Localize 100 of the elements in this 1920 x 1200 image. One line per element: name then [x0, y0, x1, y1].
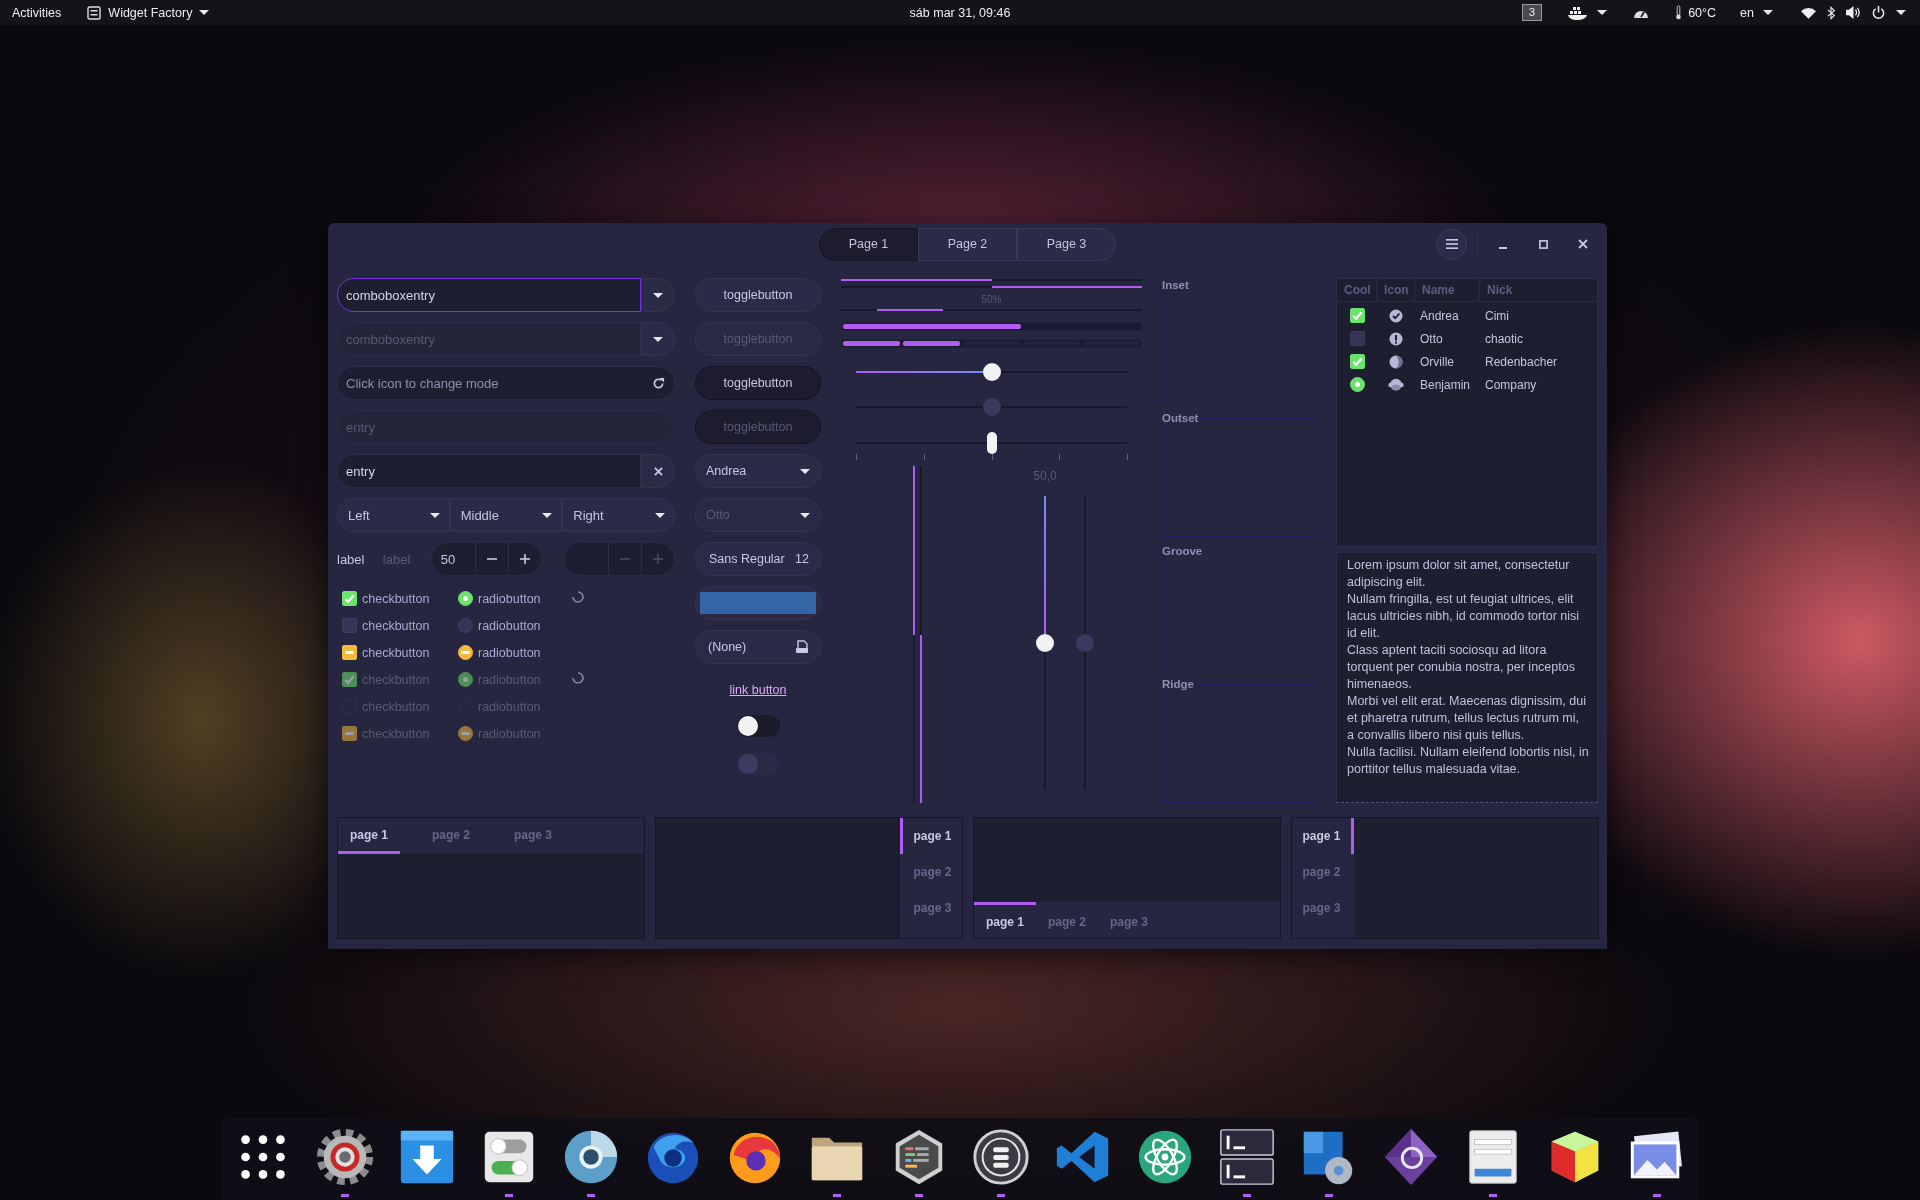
page-tab[interactable]: Page 1	[819, 227, 918, 261]
notebook-tab[interactable]: page 1	[900, 818, 962, 854]
color-button[interactable]	[695, 586, 821, 620]
plus-icon	[520, 554, 531, 564]
table-cell-text: Cimi	[1484, 308, 1510, 323]
caret-icon	[429, 512, 440, 518]
volume-icon	[1846, 6, 1861, 19]
menu-button[interactable]	[1436, 228, 1467, 260]
moon-icon	[1389, 354, 1403, 369]
power-icon	[1872, 6, 1885, 19]
label: label	[337, 551, 366, 567]
notebook-tab[interactable]: page 1	[1292, 818, 1354, 854]
ship-menu-button[interactable]	[1568, 5, 1608, 20]
app-menu-button[interactable]: Widget Factory	[87, 5, 210, 20]
close-icon	[1578, 239, 1588, 249]
label: label	[382, 551, 412, 567]
slider[interactable]	[856, 361, 1127, 383]
clock[interactable]: sáb mar 31, 09:46	[909, 5, 1011, 20]
caret-icon	[1763, 10, 1773, 15]
combo-box[interactable]: Andrea	[695, 454, 821, 488]
dropdown-button[interactable]	[641, 278, 675, 312]
table-cell-text: Andrea	[1419, 308, 1460, 323]
paragraph: Nullam fringilla, est ut feugiat ultrices, elit lacus ultricies nibh, id commodo tortor nisi id elit.	[1347, 591, 1581, 642]
table-cell-text: Benjamin	[1419, 377, 1472, 392]
workspace-indicator[interactable]: 3	[1521, 4, 1543, 21]
spin-value: 50	[440, 551, 456, 567]
checkbox[interactable]	[342, 618, 357, 633]
head-icon	[1388, 377, 1404, 392]
check-button[interactable]: checkbutton	[342, 645, 458, 660]
notebook-tab[interactable]: page 1	[974, 902, 1036, 938]
caret-icon	[653, 336, 663, 342]
link[interactable]: link button	[729, 683, 787, 697]
switch[interactable]	[736, 715, 780, 737]
radio-indicator[interactable]	[458, 618, 473, 633]
caret-icon	[800, 512, 810, 518]
page-tab[interactable]: Page 3	[1017, 227, 1116, 261]
wifi-icon	[1801, 6, 1816, 19]
paragraph: Class aptent taciti sociosqu ad litora torquent per conubia nostra, per inceptos himenaeos.	[1347, 642, 1576, 693]
keyboard-layout-button[interactable]: en	[1740, 5, 1773, 20]
spin-button[interactable]: 50	[430, 542, 543, 576]
slider[interactable]	[1075, 496, 1095, 790]
slider[interactable]	[856, 432, 1127, 460]
caret-icon	[1896, 10, 1906, 15]
ship-icon	[1568, 5, 1589, 20]
temperature-indicator[interactable]: 60°C	[1675, 5, 1717, 20]
combo-box[interactable]: Middle	[449, 498, 563, 532]
clear-icon	[653, 466, 663, 476]
refresh-icon[interactable]	[652, 376, 665, 390]
font-button[interactable]: Sans Regular 12	[695, 542, 821, 576]
menu-icon	[1445, 239, 1458, 249]
radio-button[interactable]: radiobutton	[458, 645, 572, 660]
paragraph: Morbi vel elit erat. Maecenas dignissim, dui et pharetra rutrum, tellus lectus rutrum mi, a convallis libero nisi quis tellus.	[1347, 693, 1587, 744]
entry-field[interactable]: entry	[337, 454, 641, 488]
caret-icon	[655, 512, 665, 518]
maximize-icon	[1538, 239, 1548, 249]
radio-button[interactable]: radiobutton	[458, 591, 572, 606]
paragraph: Lorem ipsum dolor sit amet, consectetur adipiscing elit.	[1347, 557, 1571, 591]
check-circle-icon	[1389, 308, 1403, 323]
slider[interactable]	[1035, 496, 1055, 790]
thermometer-icon	[1675, 5, 1683, 20]
clear-button[interactable]	[641, 454, 675, 488]
table-cell-text: Company	[1484, 377, 1538, 392]
frame-label: Ridge	[1162, 678, 1195, 690]
entry-field[interactable]: Click icon to change mode	[337, 366, 675, 400]
exclamation-icon	[1389, 331, 1403, 346]
caret-icon	[1597, 10, 1608, 15]
caret-icon	[199, 10, 210, 15]
circle-icon[interactable]	[970, 1126, 1032, 1188]
check-button[interactable]: checkbutton	[342, 591, 458, 606]
plus-icon	[653, 554, 663, 564]
bluetooth-icon	[1827, 5, 1835, 20]
gear-icon[interactable]	[314, 1126, 376, 1188]
file-chooser-button[interactable]: (None)	[695, 630, 821, 664]
notebook-tab[interactable]: page 1	[338, 818, 400, 854]
document-icon	[795, 640, 809, 654]
frame-label: Groove	[1162, 545, 1204, 557]
text-view[interactable]	[1336, 552, 1598, 803]
checkbox[interactable]	[1349, 331, 1365, 346]
combo-box[interactable]: Right	[562, 498, 675, 532]
table-cell-text: chaotic	[1484, 331, 1525, 346]
system-menu-button[interactable]	[1801, 5, 1906, 20]
minimize-icon	[1499, 247, 1507, 249]
table-cell-text: Otto	[1419, 331, 1444, 346]
toggle-button[interactable]: togglebutton	[695, 278, 821, 312]
frame-label: Inset	[1162, 279, 1190, 291]
combo-box[interactable]: Left	[337, 498, 450, 532]
caret-icon	[653, 292, 663, 298]
activities-button[interactable]: Activities	[12, 5, 62, 20]
combo-entry-field[interactable]: comboboxentry	[337, 278, 641, 312]
dropdown-button[interactable]	[641, 322, 675, 356]
frame-label: Outset	[1162, 412, 1200, 424]
caret-icon	[800, 468, 810, 474]
slider[interactable]	[856, 396, 1127, 418]
table-cell-text: Orville	[1419, 354, 1455, 369]
check-button[interactable]: checkbutton	[342, 618, 458, 633]
radio-button[interactable]: radiobutton	[458, 618, 572, 633]
paragraph: Nulla facilisi. Nullam eleifend lobortis nisl, in porttitor tellus malesuada vitae.	[1347, 744, 1589, 778]
table-cell-text: Redenbacher	[1484, 354, 1559, 369]
toggle-button[interactable]: togglebutton	[695, 366, 821, 400]
page-tab[interactable]: Page 2	[918, 227, 1017, 261]
